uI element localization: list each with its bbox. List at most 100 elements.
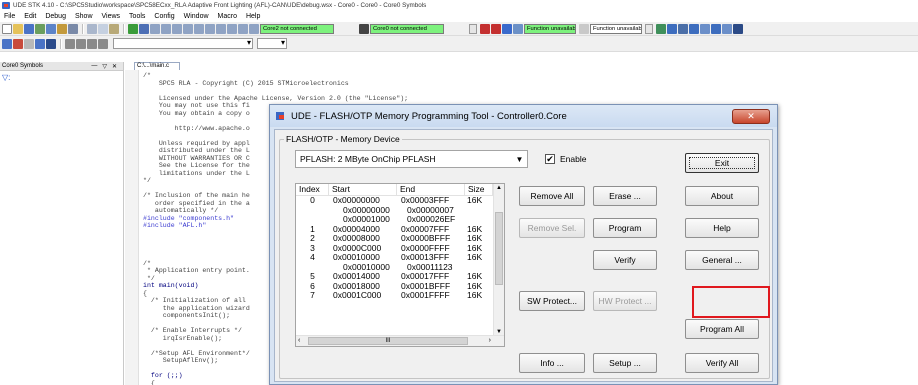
menu-window[interactable]: Window: [184, 13, 209, 20]
verify-all-button[interactable]: Verify All: [685, 353, 759, 373]
scroll-up-icon[interactable]: ▲: [496, 185, 502, 191]
cut-icon[interactable]: [87, 23, 97, 34]
function-dropdown[interactable]: [645, 23, 653, 34]
step-out-icon[interactable]: [161, 23, 171, 34]
breakpoint-icon[interactable]: [205, 23, 215, 34]
new-file-icon[interactable]: [2, 23, 12, 34]
scroll-right-icon[interactable]: ›: [489, 337, 491, 344]
connection-icon[interactable]: [359, 23, 369, 34]
menu-tools[interactable]: Tools: [129, 13, 145, 20]
general-button[interactable]: General ...: [685, 250, 759, 270]
setup-button[interactable]: Setup ...: [593, 353, 657, 373]
status-dropdown[interactable]: [469, 23, 477, 34]
menu-debug[interactable]: Debug: [45, 13, 66, 20]
sector-list[interactable]: Index Start End Size 0 0x00000000 0x00003F…: [295, 183, 505, 347]
sector-row[interactable]: 4 0x00010000 0x00013FFF 16K: [296, 252, 504, 263]
verify-button[interactable]: Verify: [593, 250, 657, 270]
hw-protect-button[interactable]: HW Protect ...: [593, 291, 657, 311]
workspace-icon[interactable]: [35, 23, 45, 34]
view-icon[interactable]: [678, 23, 688, 34]
col-index[interactable]: Index: [296, 184, 329, 195]
view-icon[interactable]: [722, 23, 732, 34]
sector-row[interactable]: 0x00000000 0x00000007: [296, 205, 504, 216]
copy-icon[interactable]: [98, 23, 108, 34]
reset-icon[interactable]: [216, 23, 226, 34]
folder-icon[interactable]: [57, 23, 67, 34]
run-to-icon[interactable]: [183, 23, 193, 34]
core-icon[interactable]: [480, 23, 490, 34]
sector-row[interactable]: 0 0x00000000 0x00003FFF 16K: [296, 195, 504, 206]
menu-config[interactable]: Config: [154, 13, 174, 20]
toolbar-combo[interactable]: [113, 38, 253, 49]
program-all-button[interactable]: Program All: [685, 319, 759, 339]
editor-tab-main[interactable]: C:\...\main.c: [134, 62, 180, 70]
pin-icon[interactable]: ▽: [102, 63, 107, 70]
toolbar-icon[interactable]: [46, 38, 56, 49]
core-icon[interactable]: [491, 23, 501, 34]
toolbar-icon[interactable]: [87, 38, 97, 49]
col-size[interactable]: Size: [465, 184, 493, 195]
step-into-icon[interactable]: [139, 23, 149, 34]
toolbar-icon[interactable]: [2, 38, 12, 49]
col-end[interactable]: End: [397, 184, 465, 195]
minimize-icon[interactable]: —: [91, 63, 97, 70]
step-icon[interactable]: [172, 23, 182, 34]
enable-checkbox[interactable]: ✔ Enable: [545, 154, 586, 164]
vertical-scrollbar[interactable]: ▲ ▼: [493, 184, 504, 336]
toolbar-icon[interactable]: [24, 38, 34, 49]
animate-icon[interactable]: [194, 23, 204, 34]
menu-macro[interactable]: Macro: [218, 13, 237, 20]
memory-icon[interactable]: [249, 23, 259, 34]
menu-help[interactable]: Help: [246, 13, 260, 20]
save-icon[interactable]: [24, 23, 34, 34]
function-icon[interactable]: [579, 23, 589, 34]
scroll-left-icon[interactable]: ‹: [298, 337, 300, 344]
toolbar-combo-small[interactable]: [257, 38, 287, 49]
info-button[interactable]: Info ...: [519, 353, 585, 373]
horizontal-scrollbar[interactable]: ‹ III ›: [296, 335, 504, 346]
scroll-thumb[interactable]: [495, 212, 503, 285]
dialog-close-button[interactable]: ✕: [732, 109, 770, 124]
menu-file[interactable]: File: [4, 13, 15, 20]
sector-end: 0x0001FFFF: [401, 290, 450, 300]
flag-icon[interactable]: [502, 23, 512, 34]
toolbar-icon[interactable]: [76, 38, 86, 49]
halt-icon[interactable]: [227, 23, 237, 34]
toolbar-icon[interactable]: [65, 38, 75, 49]
menu-views[interactable]: Views: [102, 13, 121, 20]
remove-all-button[interactable]: Remove All: [519, 186, 585, 206]
remove-selected-button[interactable]: Remove Sel.: [519, 218, 585, 238]
col-start[interactable]: Start: [329, 184, 397, 195]
watch-icon[interactable]: [238, 23, 248, 34]
sw-protect-button[interactable]: SW Protect...: [519, 291, 585, 311]
toolbar-icon[interactable]: [13, 38, 23, 49]
save-all-icon[interactable]: [46, 23, 56, 34]
toolbar-icon[interactable]: [98, 38, 108, 49]
paste-icon[interactable]: [109, 23, 119, 34]
exit-button[interactable]: Exit: [685, 153, 759, 173]
trace-icon[interactable]: [656, 23, 666, 34]
run-icon[interactable]: [128, 23, 138, 34]
toolbar-icon[interactable]: [35, 38, 45, 49]
help-button[interactable]: Help: [685, 218, 759, 238]
close-icon[interactable]: ✕: [112, 63, 117, 70]
program-button[interactable]: Program: [593, 218, 657, 238]
view-icon[interactable]: [700, 23, 710, 34]
scroll-thumb-h[interactable]: III: [308, 337, 468, 345]
view-icon[interactable]: [667, 23, 677, 34]
filter-icon[interactable]: ▽:: [2, 73, 123, 82]
print-icon[interactable]: [68, 23, 78, 34]
sector-size: [465, 206, 493, 216]
view-icon[interactable]: [689, 23, 699, 34]
sector-row[interactable]: 7 0x0001C000 0x0001FFFF 16K: [296, 290, 504, 301]
menu-edit[interactable]: Edit: [24, 13, 36, 20]
about-button[interactable]: About: [685, 186, 759, 206]
step-over-icon[interactable]: [150, 23, 160, 34]
view-icon[interactable]: [733, 23, 743, 34]
memory-device-select[interactable]: PFLASH: 2 MByte OnChip PFLASH ▼: [295, 150, 528, 168]
view-icon[interactable]: [711, 23, 721, 34]
menu-show[interactable]: Show: [75, 13, 93, 20]
erase-button[interactable]: Erase ...: [593, 186, 657, 206]
layout-icon[interactable]: [513, 23, 523, 34]
open-folder-icon[interactable]: [13, 23, 23, 34]
